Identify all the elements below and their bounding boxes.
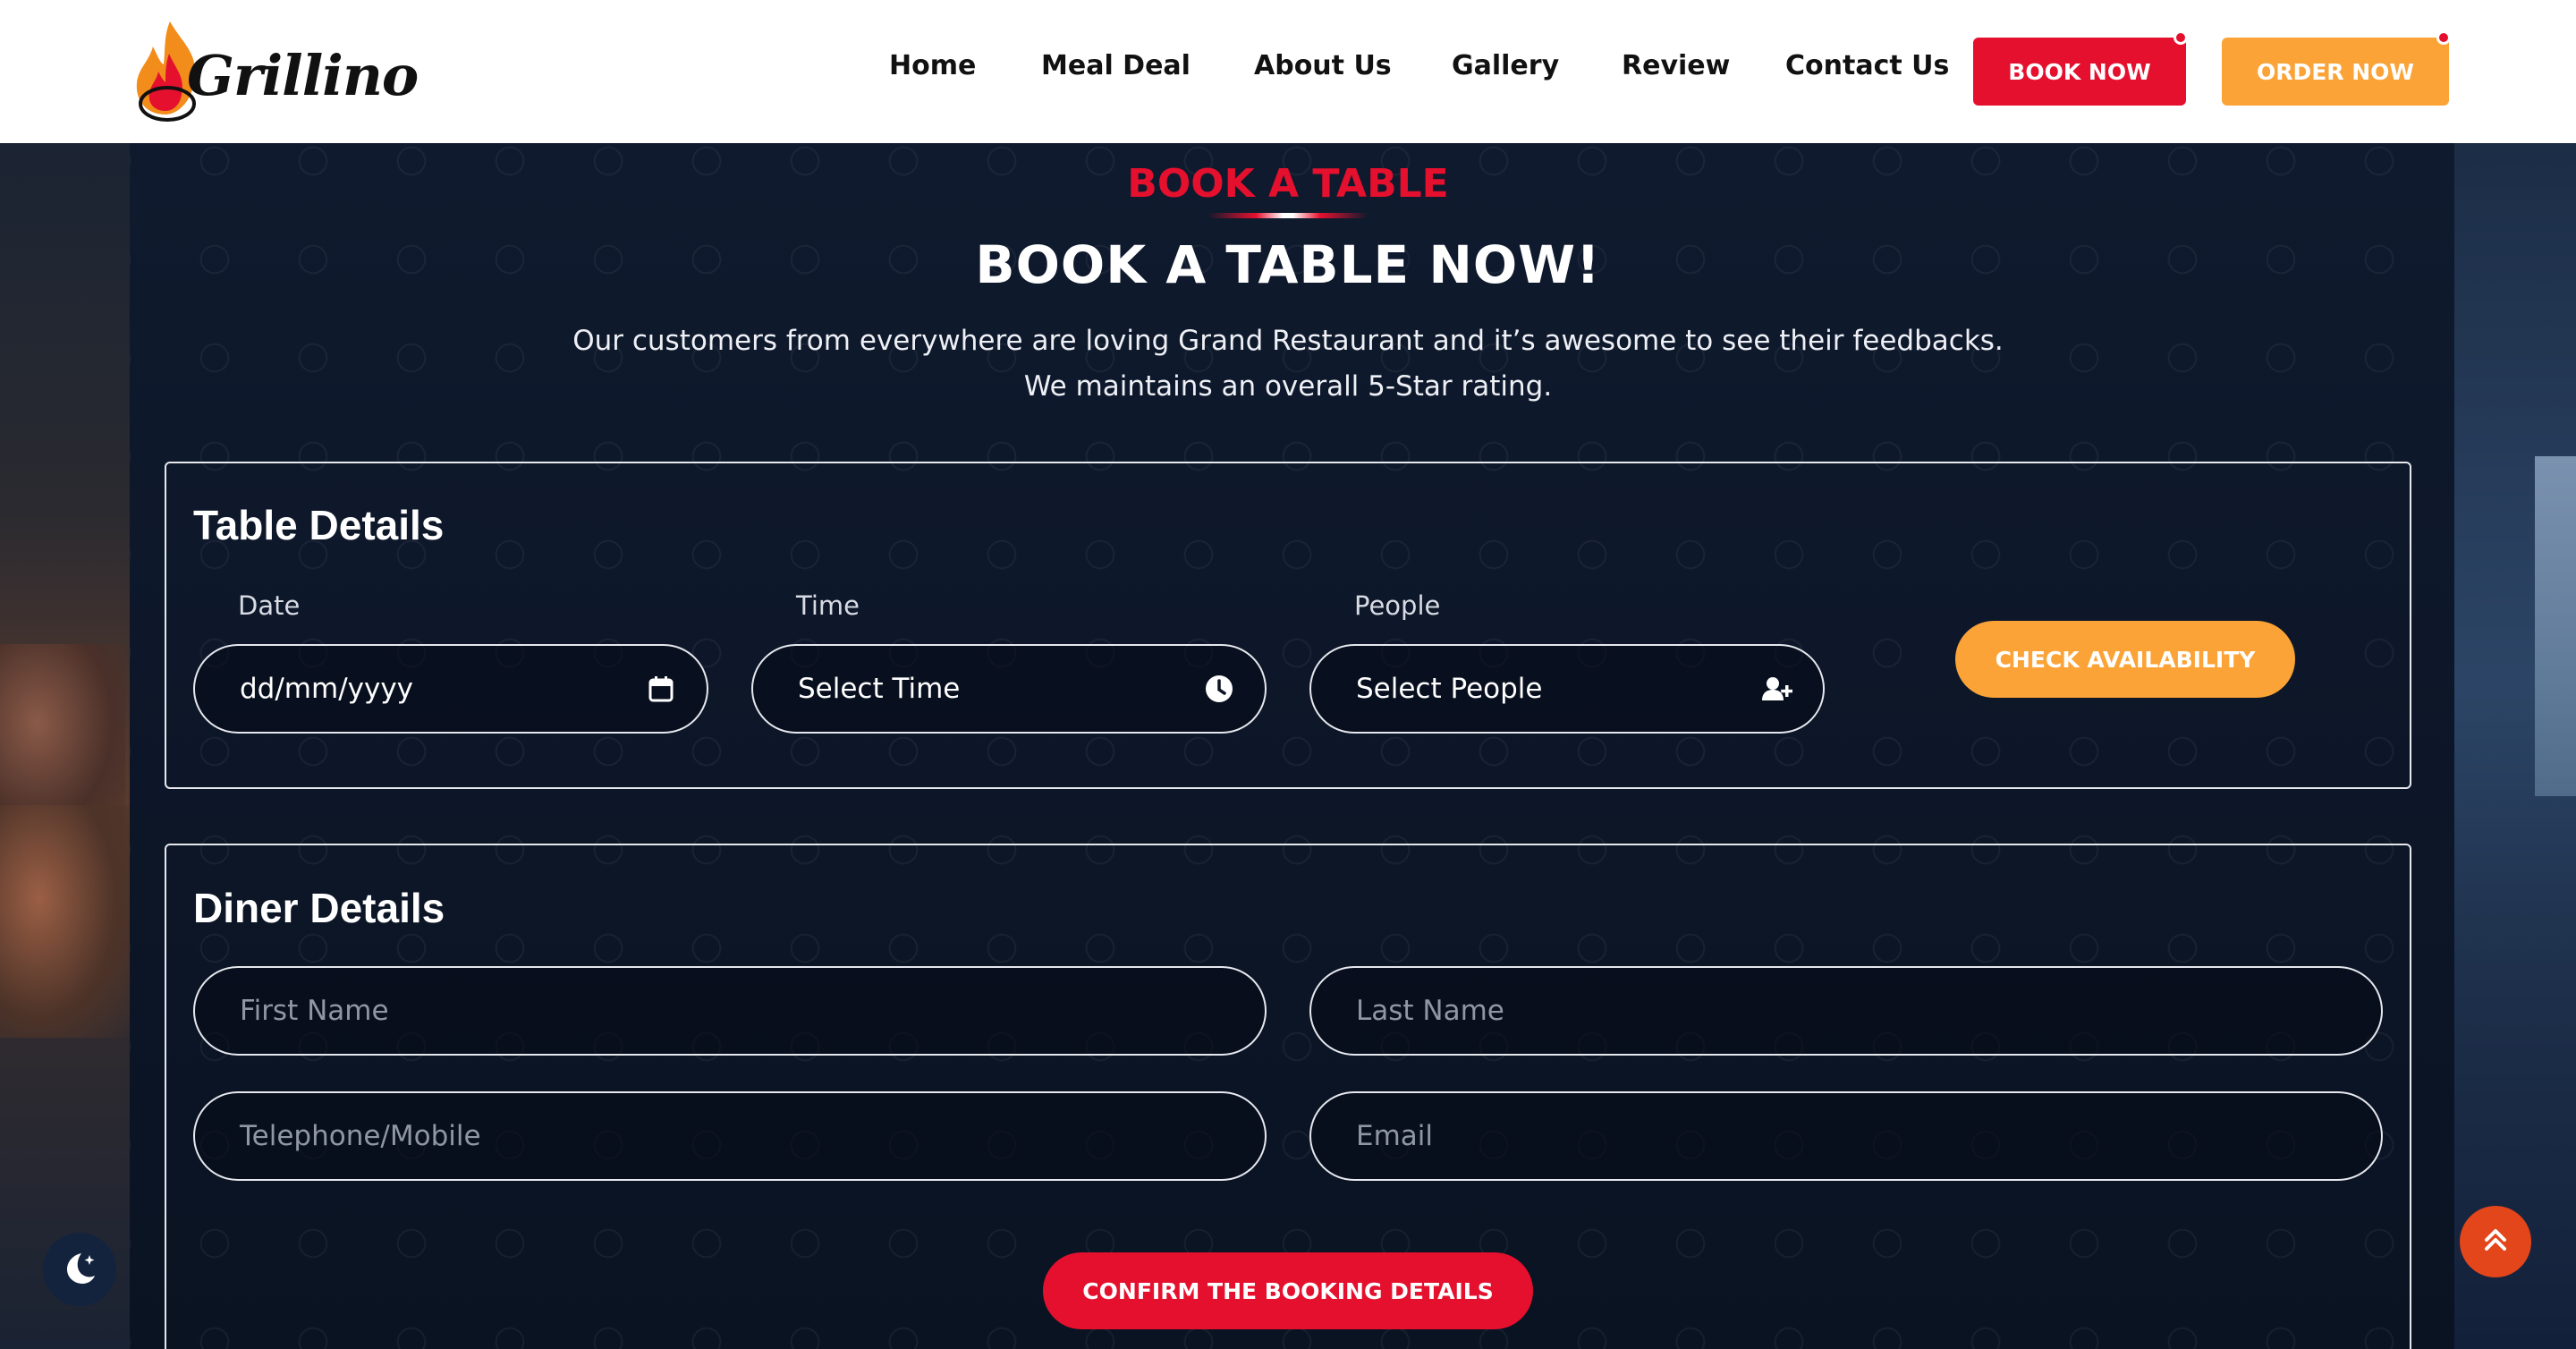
nav-contact-us[interactable]: Contact Us: [1785, 50, 1949, 81]
check-availability-button[interactable]: CHECK AVAILABILITY: [1955, 621, 2295, 698]
people-select[interactable]: Select People: [1309, 644, 1825, 734]
section-eyebrow: BOOK A TABLE: [1127, 161, 1449, 207]
description-line-1: Our customers from everywhere are loving…: [572, 325, 2004, 357]
section-description: Our customers from everywhere are loving…: [0, 318, 2576, 410]
theme-toggle-button[interactable]: [43, 1233, 116, 1306]
nav-gallery[interactable]: Gallery: [1452, 50, 1559, 81]
last-name-input[interactable]: Last Name: [1309, 966, 2383, 1056]
book-now-button[interactable]: BOOK NOW: [1973, 38, 2186, 106]
time-label: Time: [796, 590, 860, 621]
user-plus-icon: [1762, 674, 1792, 704]
section-title: BOOK A TABLE NOW!: [975, 234, 1601, 295]
phone-input[interactable]: Telephone/Mobile: [193, 1091, 1267, 1181]
people-value: Select People: [1356, 673, 1543, 705]
book-now-badge: [2174, 30, 2188, 45]
table-details-title: Table Details: [193, 502, 445, 548]
nav-meal-deal[interactable]: Meal Deal: [1041, 50, 1191, 81]
brand-name: Grillino: [187, 43, 419, 108]
double-chevron-up-icon: [2481, 1226, 2510, 1259]
first-name-input[interactable]: First Name: [193, 966, 1267, 1056]
time-select[interactable]: Select Time: [751, 644, 1267, 734]
confirm-booking-button[interactable]: CONFIRM THE BOOKING DETAILS: [1043, 1252, 1533, 1329]
time-value: Select Time: [798, 673, 961, 705]
description-line-2: We maintains an overall 5-Star rating.: [1023, 370, 1553, 403]
date-value: dd/mm/yyyy: [240, 673, 414, 705]
email-input[interactable]: Email: [1309, 1091, 2383, 1181]
order-now-badge: [2436, 30, 2451, 45]
calendar-icon[interactable]: [646, 674, 676, 704]
site-header: Grillino Home Meal Deal About Us Gallery…: [0, 0, 2576, 143]
date-input[interactable]: dd/mm/yyyy: [193, 644, 708, 734]
date-label: Date: [238, 590, 301, 621]
diner-details-title: Diner Details: [193, 885, 445, 931]
scroll-to-top-button[interactable]: [2460, 1206, 2531, 1277]
logo[interactable]: Grillino: [130, 18, 419, 127]
moon-stars-icon: [60, 1248, 99, 1292]
people-label: People: [1354, 590, 1441, 621]
order-now-button[interactable]: ORDER NOW: [2222, 38, 2449, 106]
window-light: [2535, 456, 2576, 796]
nav-home[interactable]: Home: [889, 50, 976, 81]
clock-icon: [1204, 674, 1234, 704]
diner-figure: [0, 805, 130, 1038]
eyebrow-underline: [1208, 213, 1368, 218]
nav-about-us[interactable]: About Us: [1254, 50, 1392, 81]
nav-review[interactable]: Review: [1622, 50, 1730, 81]
